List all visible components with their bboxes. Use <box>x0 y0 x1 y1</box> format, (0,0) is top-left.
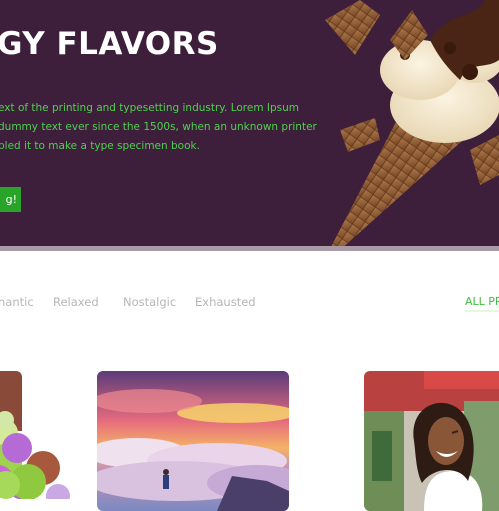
product-card-sunset[interactable] <box>97 371 289 511</box>
sunset-clouds-image <box>97 371 289 511</box>
hero-cta-button[interactable]: g! <box>0 187 21 212</box>
hero-description-line: ext of the printing and typesetting indu… <box>0 102 300 114</box>
hero-banner: GY FLAVORS ext of the printing and types… <box>0 0 499 246</box>
laughing-woman-image <box>364 371 499 511</box>
ice-cream-scoops-overflow <box>0 411 70 499</box>
ice-cream-cone-image <box>325 0 499 246</box>
hero-description-line: dummy text ever since the 1500s, when an… <box>0 121 317 133</box>
filter-tab-exhausted[interactable]: Exhausted <box>195 295 256 309</box>
filter-tab-relaxed[interactable]: Relaxed <box>53 295 99 309</box>
mood-filter-bar: nantic Relaxed Nostalgic Exhausted ALL P… <box>0 292 499 314</box>
filter-all-products[interactable]: ALL PR <box>465 295 499 312</box>
filter-tab-romantic[interactable]: nantic <box>0 295 34 309</box>
hero-description: ext of the printing and typesetting indu… <box>0 99 318 156</box>
hero-title: GY FLAVORS <box>0 26 219 62</box>
filter-tab-nostalgic[interactable]: Nostalgic <box>123 295 176 309</box>
product-card-woman[interactable] <box>364 371 499 511</box>
hero-description-line: bled it to make a type specimen book. <box>0 140 200 152</box>
hero-divider <box>0 246 499 251</box>
